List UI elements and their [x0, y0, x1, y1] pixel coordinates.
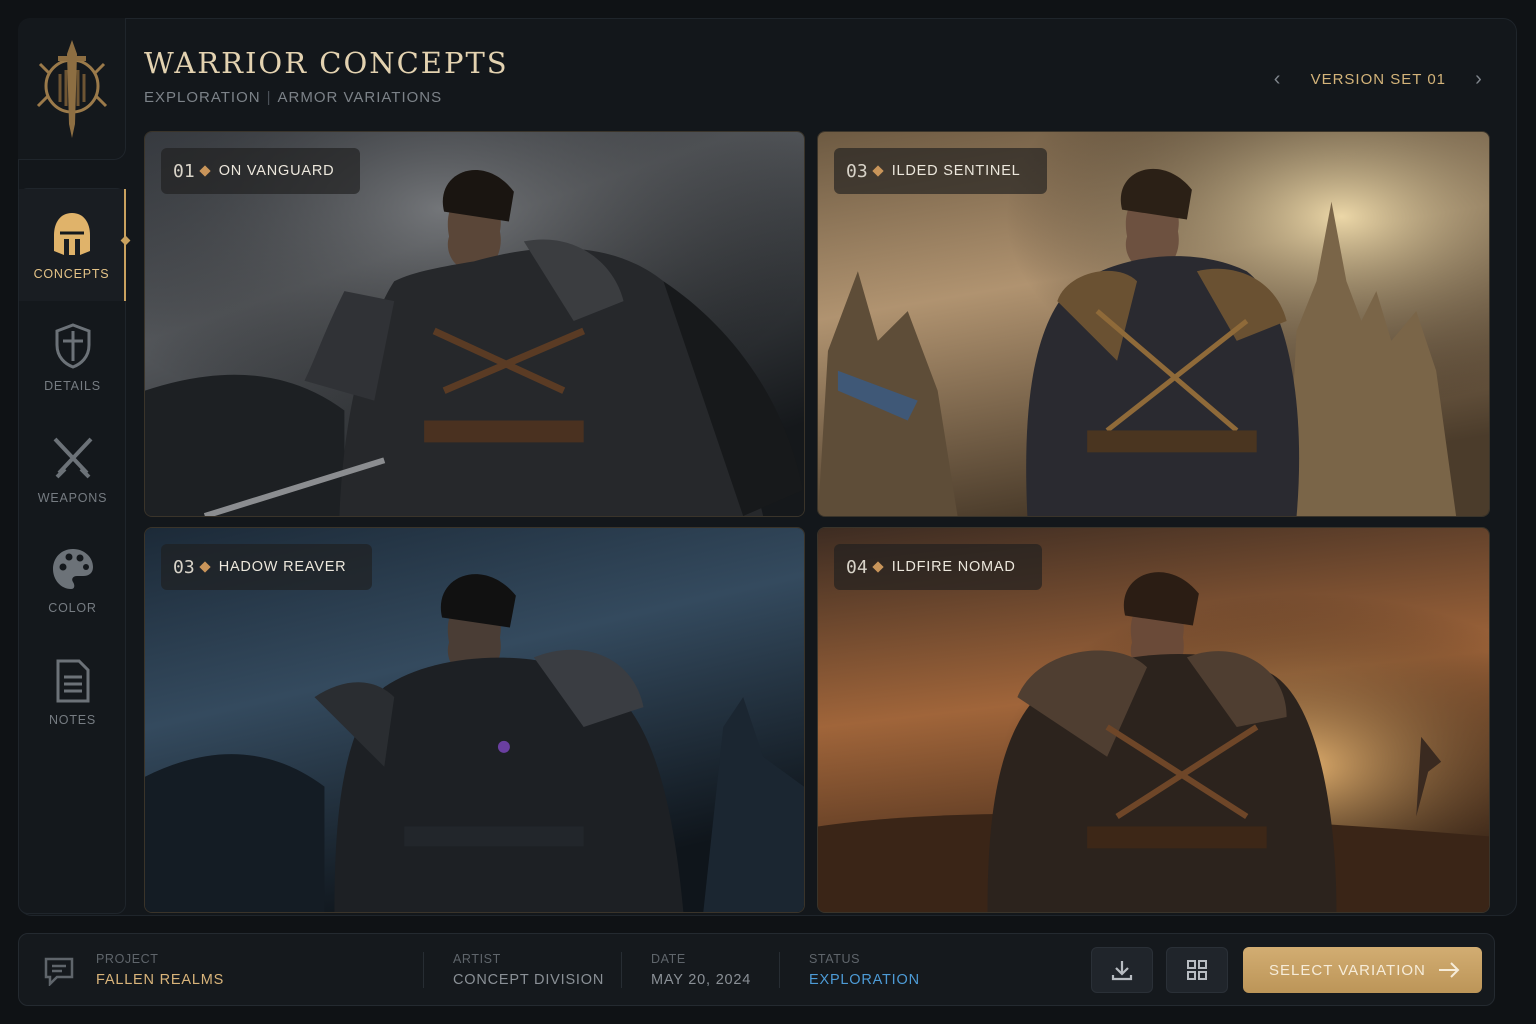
concept-card-4[interactable]: 04 ILDFIRE NOMAD: [817, 527, 1490, 913]
arrow-right-icon: [1439, 962, 1460, 978]
shield-icon: [55, 323, 90, 369]
grid-view-button[interactable]: [1166, 947, 1228, 993]
project-info: PROJECT FALLEN REALMS: [96, 952, 224, 988]
card-title: ILDFIRE NOMAD: [891, 559, 1016, 575]
version-switcher: ‹ VERSION SET 01 ›: [1271, 66, 1486, 92]
date-info: DATE MAY 20, 2024: [651, 952, 751, 988]
page-subtitle: EXPLORATION | ARMOR VARIATIONS: [144, 89, 442, 106]
card-tag: 04 ILDFIRE NOMAD: [834, 544, 1042, 590]
diamond-icon: [199, 561, 211, 573]
chevron-right-icon[interactable]: ›: [1472, 68, 1486, 91]
date-value: MAY 20, 2024: [651, 972, 752, 988]
sidebar-item-concepts[interactable]: CONCEPTS: [19, 189, 126, 301]
download-button[interactable]: [1091, 947, 1153, 993]
helmet-icon: [53, 213, 90, 255]
logo: [18, 18, 126, 160]
divider: [621, 952, 622, 988]
subtitle-separator: |: [266, 89, 272, 106]
project-label: PROJECT: [96, 952, 159, 966]
card-title: ILDED SENTINEL: [891, 163, 1021, 179]
card-tag: 03 HADOW REAVER: [161, 544, 373, 590]
sidebar: CONCEPTS DETAILS WEAPONS COLOR NOTES: [18, 188, 126, 914]
card-number: 03: [173, 556, 195, 578]
document-icon: [56, 659, 89, 703]
divider: [779, 952, 780, 988]
concept-card-1[interactable]: 01 ON VANGUARD: [144, 131, 805, 517]
grid-icon: [1187, 960, 1207, 980]
chevron-left-icon[interactable]: ‹: [1271, 68, 1285, 91]
artist-info: ARTIST CONCEPT DIVISION: [453, 952, 604, 988]
select-variation-button[interactable]: SELECT VARIATION: [1243, 947, 1482, 993]
divider: [423, 952, 424, 988]
card-title: HADOW REAVER: [218, 559, 347, 575]
sidebar-item-notes[interactable]: NOTES: [19, 637, 126, 749]
select-variation-label: SELECT VARIATION: [1269, 961, 1426, 979]
comment-icon[interactable]: [43, 956, 75, 986]
card-number: 04: [846, 556, 868, 578]
card-tag: 03 ILDED SENTINEL: [834, 148, 1047, 194]
subtitle-phase: EXPLORATION: [144, 89, 261, 106]
sidebar-item-color[interactable]: COLOR: [19, 525, 126, 637]
artist-value: CONCEPT DIVISION: [453, 972, 605, 988]
sidebar-item-label: DETAILS: [44, 379, 101, 393]
sidebar-item-details[interactable]: DETAILS: [19, 301, 126, 413]
version-label: VERSION SET 01: [1310, 70, 1446, 88]
sidebar-item-weapons[interactable]: WEAPONS: [19, 413, 126, 525]
card-title: ON VANGUARD: [218, 163, 335, 179]
concept-card-2[interactable]: 03 ILDED SENTINEL: [817, 131, 1490, 517]
sidebar-item-label: CONCEPTS: [33, 267, 110, 281]
status-info: STATUS EXPLORATION: [809, 952, 920, 988]
subtitle-topic: ARMOR VARIATIONS: [277, 89, 443, 106]
sidebar-item-label: COLOR: [48, 601, 97, 615]
diamond-icon: [872, 561, 884, 573]
project-value: FALLEN REALMS: [96, 972, 225, 988]
concept-card-3[interactable]: 03 HADOW REAVER: [144, 527, 805, 913]
card-number: 01: [173, 160, 195, 182]
artist-label: ARTIST: [453, 952, 501, 966]
status-value: EXPLORATION: [809, 972, 920, 988]
card-number: 03: [846, 160, 868, 182]
status-label: STATUS: [809, 952, 861, 966]
page-title: WARRIOR CONCEPTS: [144, 46, 509, 80]
diamond-icon: [872, 165, 884, 177]
download-icon: [1111, 961, 1133, 981]
sword-emblem-icon: [36, 39, 107, 138]
date-label: DATE: [651, 952, 686, 966]
diamond-icon: [199, 165, 211, 177]
footer-bar: PROJECT FALLEN REALMS ARTIST CONCEPT DIV…: [18, 933, 1495, 1006]
card-tag: 01 ON VANGUARD: [161, 148, 361, 194]
palette-icon: [52, 549, 93, 589]
crossed-swords-icon: [53, 437, 92, 479]
sidebar-item-label: NOTES: [48, 713, 97, 727]
sidebar-item-label: WEAPONS: [37, 491, 108, 505]
